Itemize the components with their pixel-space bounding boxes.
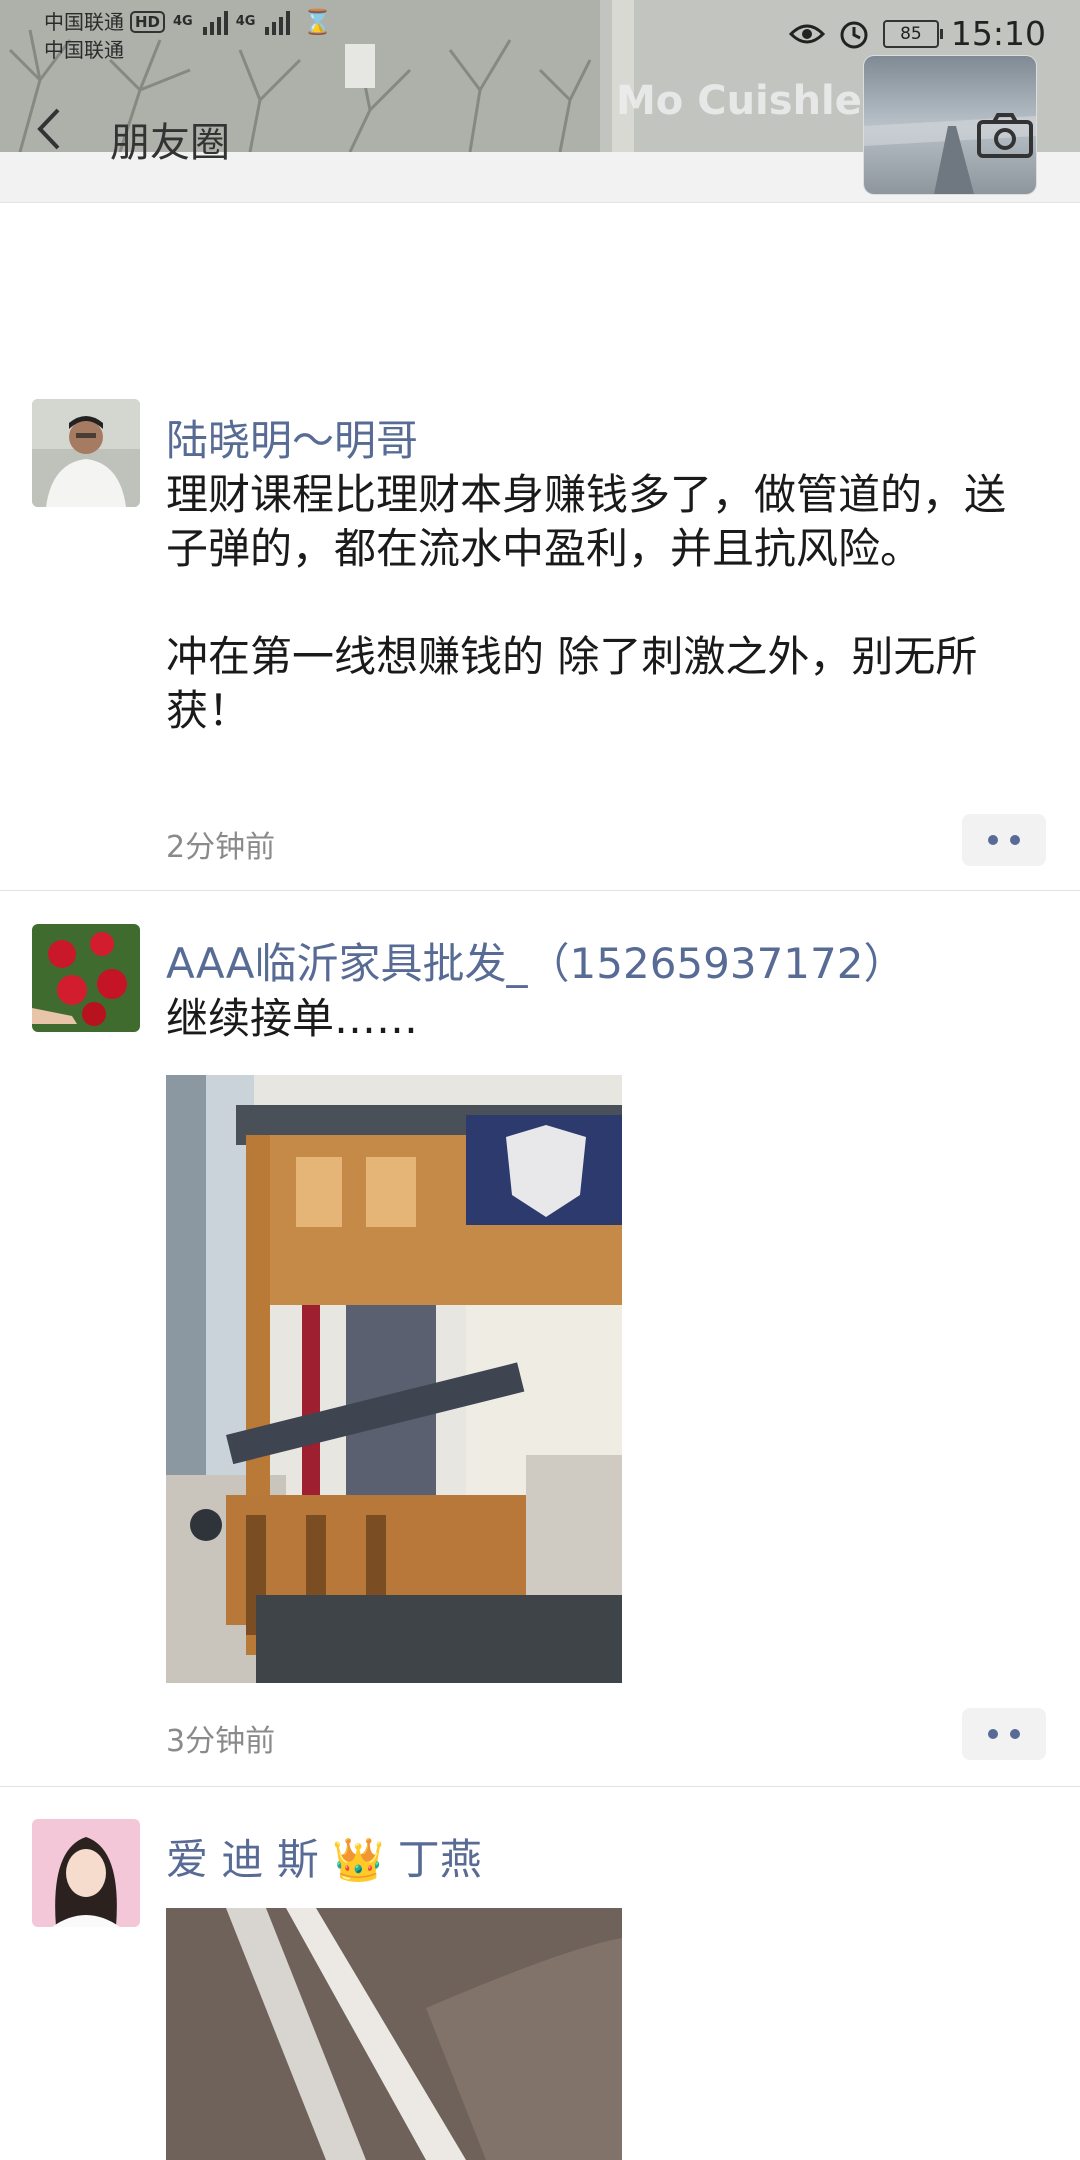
carrier-2: 中国联通 xyxy=(44,38,124,62)
alarm-icon xyxy=(840,21,868,48)
battery-indicator: 85 xyxy=(882,19,943,48)
post-author[interactable]: 陆晓明～明哥 xyxy=(166,407,418,468)
feed-post: 爱 迪 斯 👑 丁燕 xyxy=(0,1786,1080,2160)
post-author[interactable]: AAA临沂家具批发_（15265937172） xyxy=(166,930,905,991)
more-options-button[interactable] xyxy=(962,814,1046,866)
carrier-1: 中国联通 xyxy=(44,10,124,34)
post-time: 2分钟前 xyxy=(166,830,276,865)
chevron-left-icon[interactable] xyxy=(34,104,64,154)
post-author[interactable]: 爱 迪 斯 👑 丁燕 xyxy=(166,1826,482,1887)
clock: 15:10 xyxy=(950,14,1046,53)
post-image[interactable] xyxy=(166,1075,622,1683)
post-text: 继续接单…… xyxy=(166,994,419,1043)
more-options-button[interactable] xyxy=(962,1708,1046,1760)
post-image[interactable] xyxy=(166,1908,622,2160)
camera-icon[interactable] xyxy=(976,112,1034,160)
network-type-2: 4G xyxy=(235,14,256,29)
feed-post: 陆晓明～明哥 理财课程比理财本身赚钱多了，做管道的，送子弹的，都在流水中盈利，并… xyxy=(0,202,1080,891)
signal-icon xyxy=(202,9,228,35)
avatar[interactable] xyxy=(32,399,140,507)
post-time: 3分钟前 xyxy=(166,1724,276,1759)
status-bar-right: 85 15:10 xyxy=(788,14,1046,53)
profile-name[interactable]: Mo Cuishle xyxy=(616,78,862,124)
eye-icon xyxy=(788,24,825,43)
avatar[interactable] xyxy=(32,924,140,1032)
hourglass-icon: ⌛ xyxy=(302,8,333,36)
page-title: 朋友圈 xyxy=(110,120,230,166)
network-type-1: 4G xyxy=(173,14,193,29)
status-bar-left: 中国联通 HD 4G 4G ⌛ 中国联通 xyxy=(44,8,332,64)
avatar[interactable] xyxy=(32,1819,140,1927)
hd-badge: HD xyxy=(130,11,166,33)
signal-icon xyxy=(265,9,291,35)
feed-post: AAA临沂家具批发_（15265937172） 继续接单…… 3分钟前 xyxy=(0,890,1080,1787)
post-text: 理财课程比理财本身赚钱多了，做管道的，送子弹的，都在流水中盈利，并且抗风险。 冲… xyxy=(166,470,1007,735)
